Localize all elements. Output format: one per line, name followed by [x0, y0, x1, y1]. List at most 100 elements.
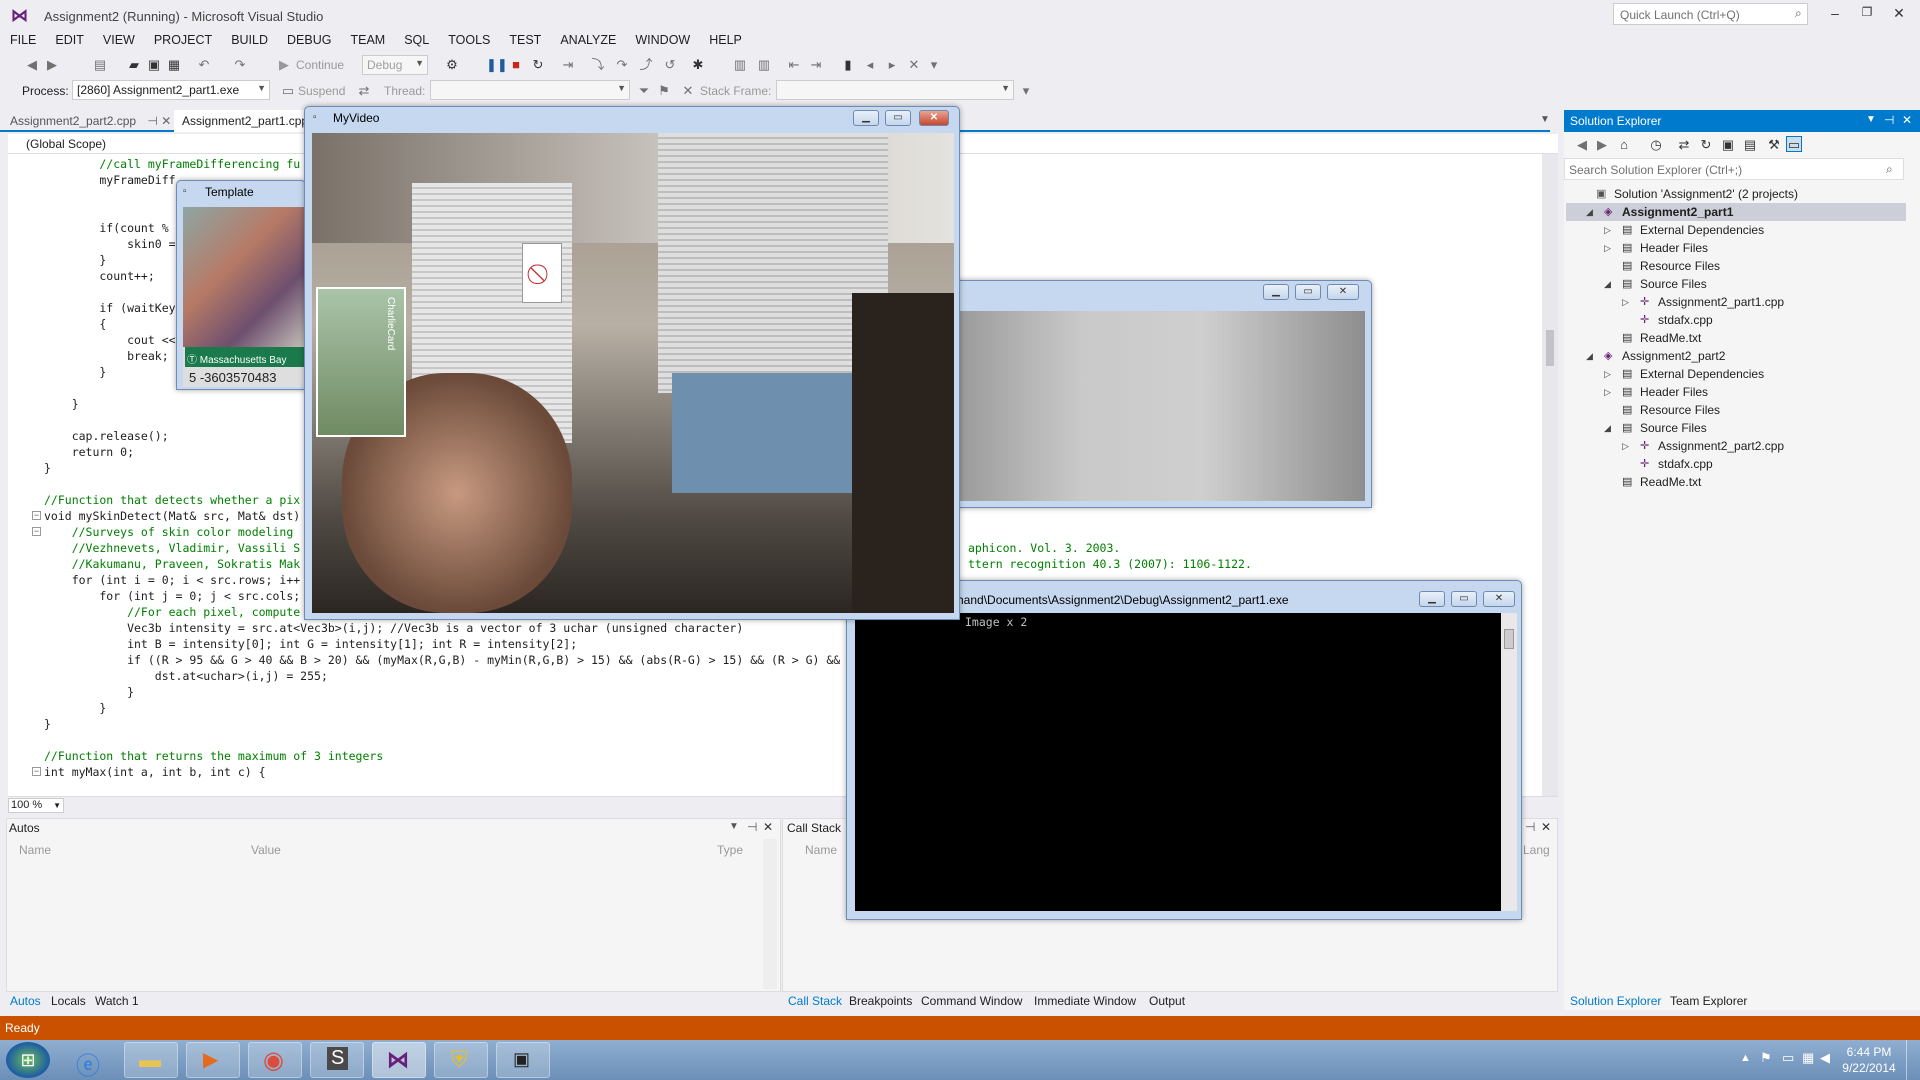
flag-icon[interactable]: ⚑ — [656, 83, 672, 99]
tray-clock[interactable]: 6:44 PM 9/22/2014 — [1834, 1044, 1904, 1076]
tree-item[interactable]: External Dependencies — [1640, 365, 1764, 383]
tray-show-hidden-icon[interactable]: ▲ — [1740, 1052, 1751, 1064]
close-icon[interactable]: ✕ — [763, 820, 773, 834]
code-line[interactable]: int B = intensity[0]; int G = intensity[… — [44, 636, 577, 652]
minimize-button[interactable]: ▁ — [1419, 591, 1445, 607]
menu-help[interactable]: HELP — [699, 30, 751, 52]
panel-menu-icon[interactable]: ▼ — [1866, 114, 1876, 125]
console-scrollbar[interactable] — [1501, 613, 1517, 911]
menu-team[interactable]: TEAM — [340, 30, 394, 52]
tree-item[interactable]: ReadMe.txt — [1640, 473, 1701, 491]
tree-item[interactable]: Resource Files — [1640, 401, 1720, 419]
code-line[interactable]: if (waitKey — [44, 300, 175, 316]
code-line[interactable]: cap.release(); — [44, 428, 169, 444]
power-icon[interactable]: ▭ — [1782, 1050, 1794, 1066]
menu-window[interactable]: WINDOW — [625, 30, 699, 52]
code-line[interactable]: for (int i = 0; i < src.rows; i++ — [44, 572, 301, 588]
tab-assignment2-part1[interactable]: Assignment2_part1.cpp — [174, 110, 317, 132]
tree-item[interactable]: Header Files — [1640, 239, 1708, 257]
expanded-arrow-icon[interactable]: ◢ — [1604, 423, 1611, 434]
code-line[interactable]: } — [44, 460, 51, 476]
preview-icon[interactable]: ▭ — [1786, 136, 1802, 152]
code-line[interactable]: if(count % — [44, 220, 168, 236]
editor-vertical-scrollbar[interactable] — [1542, 154, 1558, 796]
column-value[interactable]: Value — [251, 843, 281, 857]
tab-assignment2-part2[interactable]: Assignment2_part2.cpp ⊣ ✕ — [2, 110, 179, 132]
step-into-icon[interactable]: ⤵ — [590, 57, 606, 73]
close-button[interactable]: ✕ — [1327, 284, 1359, 300]
myvideo-window[interactable]: ▫ MyVideo ▁ ▭ ✕ ⃠ CharlieCard — [304, 106, 960, 620]
back-icon[interactable]: ◀ — [1574, 137, 1590, 153]
show-next-statement-icon[interactable]: ⇥ — [560, 57, 576, 73]
menu-sql[interactable]: SQL — [394, 30, 438, 52]
configuration-select[interactable]: Debug ▼ — [362, 55, 428, 75]
uncomment-icon[interactable]: ⇥ — [808, 57, 824, 73]
menu-build[interactable]: BUILD — [221, 30, 277, 52]
tree-item[interactable]: Resource Files — [1640, 257, 1720, 275]
collapsed-arrow-icon[interactable]: ▷ — [1604, 225, 1611, 236]
expanded-arrow-icon[interactable]: ◢ — [1604, 279, 1611, 290]
tab-locals[interactable]: Locals — [51, 994, 86, 1008]
menu-edit[interactable]: EDIT — [45, 30, 92, 52]
prev-bookmark-icon[interactable]: ◂ — [862, 57, 878, 73]
stack-frame-select[interactable]: ▼ — [776, 80, 1014, 100]
code-line[interactable]: //Surveys of skin color modeling — [44, 524, 294, 540]
column-name[interactable]: Name — [19, 843, 51, 857]
menu-debug[interactable]: DEBUG — [277, 30, 340, 52]
panel-menu-icon[interactable]: ▼ — [729, 821, 739, 832]
maximize-button[interactable]: ▭ — [1451, 591, 1477, 607]
stop-icon[interactable]: ■ — [508, 57, 524, 73]
tab-autos[interactable]: Autos — [10, 994, 41, 1008]
code-line[interactable]: //Kakumanu, Praveen, Sokratis Mak — [44, 556, 301, 572]
stack-frame-icon[interactable]: ✕ — [680, 83, 696, 99]
search-icon[interactable]: ⌕ — [1795, 6, 1802, 21]
tab-overflow-icon[interactable]: ▼ — [1540, 114, 1550, 125]
show-all-files-icon[interactable]: ▤ — [1742, 137, 1758, 153]
tree-item[interactable]: ReadMe.txt — [1640, 329, 1701, 347]
tab-immediate-window[interactable]: Immediate Window — [1034, 994, 1136, 1008]
comment-icon[interactable]: ⇤ — [786, 57, 802, 73]
attach-process-icon[interactable]: ⚙ — [444, 57, 460, 73]
new-project-icon[interactable]: ▤ — [92, 57, 108, 73]
collapse-all-icon[interactable]: ▣ — [1720, 137, 1736, 153]
action-center-icon[interactable]: ⚑ — [1760, 1050, 1772, 1066]
expanded-arrow-icon[interactable]: ◢ — [1586, 351, 1593, 362]
save-all-icon[interactable]: ▦ — [166, 57, 182, 73]
tree-item[interactable]: stdafx.cpp — [1658, 455, 1713, 473]
taskbar-visual-studio[interactable]: ⋈ — [372, 1042, 426, 1078]
column-type[interactable]: Type — [717, 843, 743, 857]
code-line[interactable]: dst.at<uchar>(i,j) = 255; — [44, 668, 328, 684]
code-line[interactable]: skin0 = — [44, 236, 175, 252]
scrollbar-thumb[interactable] — [1504, 629, 1514, 649]
tree-item[interactable]: Assignment2_part2.cpp — [1658, 437, 1784, 455]
code-line[interactable]: Vec3b intensity = src.at<Vec3b>(i,j); //… — [44, 620, 743, 636]
taskbar-explorer[interactable]: ▬ — [124, 1042, 178, 1078]
bookmark-icon[interactable]: ▮ — [840, 57, 856, 73]
code-line[interactable]: break; — [44, 348, 169, 364]
code-line[interactable]: count++; — [44, 268, 154, 284]
play-icon[interactable]: ▶ — [276, 57, 292, 73]
code-line[interactable]: //Function that detects whether a pix — [44, 492, 300, 508]
threads-icon[interactable]: ▥ — [732, 57, 748, 73]
autos-scrollbar[interactable] — [763, 839, 777, 989]
next-bookmark-icon[interactable]: ▸ — [884, 57, 900, 73]
zoom-select[interactable]: 100 % ▼ — [8, 798, 64, 813]
minimize-button[interactable]: ▁ — [1263, 284, 1289, 300]
taskbar-media-player[interactable]: ▶ — [186, 1042, 240, 1078]
collapsed-arrow-icon[interactable]: ▷ — [1604, 369, 1611, 380]
taskbar-ie[interactable]: ⓔ — [62, 1042, 116, 1080]
tree-item[interactable]: stdafx.cpp — [1658, 311, 1713, 329]
menu-project[interactable]: PROJECT — [144, 30, 221, 52]
tree-item[interactable]: Assignment2_part1.cpp — [1658, 293, 1784, 311]
collapse-region-icon[interactable]: − — [32, 527, 41, 536]
code-line[interactable]: //Function that returns the maximum of 3… — [44, 748, 383, 764]
pin-icon[interactable]: ⊣ — [747, 820, 757, 834]
properties-icon[interactable]: ⚒ — [1766, 137, 1782, 153]
scrollbar-thumb[interactable] — [1546, 330, 1554, 366]
open-file-icon[interactable]: ▰ — [126, 57, 142, 73]
menu-test[interactable]: TEST — [499, 30, 550, 52]
volume-icon[interactable]: ◀ — [1820, 1050, 1830, 1066]
menu-analyze[interactable]: ANALYZE — [550, 30, 625, 52]
code-line[interactable]: } — [44, 716, 51, 732]
code-line[interactable]: } — [44, 700, 106, 716]
